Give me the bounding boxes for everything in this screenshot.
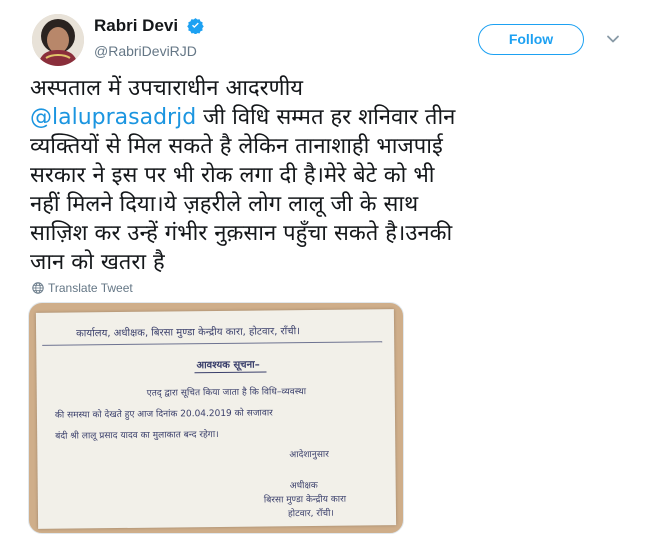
tweet-line: अस्पताल में उपचाराधीन आदरणीय [30,76,304,101]
tweet-line: @laluprasadrjd जी विधि सम्मत हर शनिवार त… [30,103,640,132]
profile-photo-icon [32,14,84,66]
avatar[interactable] [32,14,84,66]
tweet-line: जान को खतरा है [30,250,165,275]
notice-title-underline [194,371,267,374]
translate-label: Translate Tweet [48,281,133,295]
notice-body-line: की समस्या को देखते हुए आज दिनांक 20.04.2… [54,408,273,421]
attached-photo[interactable]: कार्यालय, अधीक्षक, बिरसा मुण्डा केन्द्री… [28,302,404,534]
notice-title: आवश्यक सूचना– [196,359,260,372]
notice-paper: कार्यालय, अधीक्षक, बिरसा मुण्डा केन्द्री… [35,309,397,529]
user-info: Rabri Devi @RabriDeviRJD [94,16,204,59]
tweet-card: Rabri Devi @RabriDeviRJD Follow अस्पताल … [0,0,650,540]
notice-order: आदेशानुसार [289,449,329,461]
notice-signature: होटवार, राँची। [287,508,334,520]
notice-signature: बिरसा मुण्डा केन्द्रीय कारा [263,494,347,506]
mention-link[interactable]: @laluprasadrjd [30,105,196,130]
tweet-line: सरकार ने इस पर भी रोक लगा दी है।मेरे बेट… [30,163,435,188]
user-handle[interactable]: @RabriDeviRJD [94,43,204,59]
notice-body-line: एतद् द्वारा सूचित किया जाता है कि विधि–व… [146,387,307,399]
follow-button[interactable]: Follow [478,24,584,55]
globe-icon [32,282,44,294]
notice-header: कार्यालय, अधीक्षक, बिरसा मुण्डा केन्द्री… [76,326,301,340]
notice-signature: अधीक्षक [289,480,318,492]
translate-tweet-link[interactable]: Translate Tweet [32,281,133,295]
tweet-line: व्यक्तियों से मिल सकते है लेकिन तानाशाही… [30,134,443,159]
verified-badge-icon [187,17,204,38]
tweet-line: नहीं मिलने दिया।ये ज़हरीले लोग लालू जी क… [30,192,419,217]
display-name[interactable]: Rabri Devi [94,16,178,35]
chevron-down-icon[interactable] [605,31,621,47]
notice-divider [42,341,383,346]
notice-body-line: बंदी श्री लालू प्रसाद यादव का मुलाकात बन… [55,429,219,442]
tweet-line-text: जी विधि सम्मत हर शनिवार तीन [196,105,456,130]
tweet-text: अस्पताल में उपचाराधीन आदरणीय @laluprasad… [30,74,640,277]
tweet-line: साज़िश कर उन्हें गंभीर नुक़सान पहुँचा सक… [30,221,453,246]
